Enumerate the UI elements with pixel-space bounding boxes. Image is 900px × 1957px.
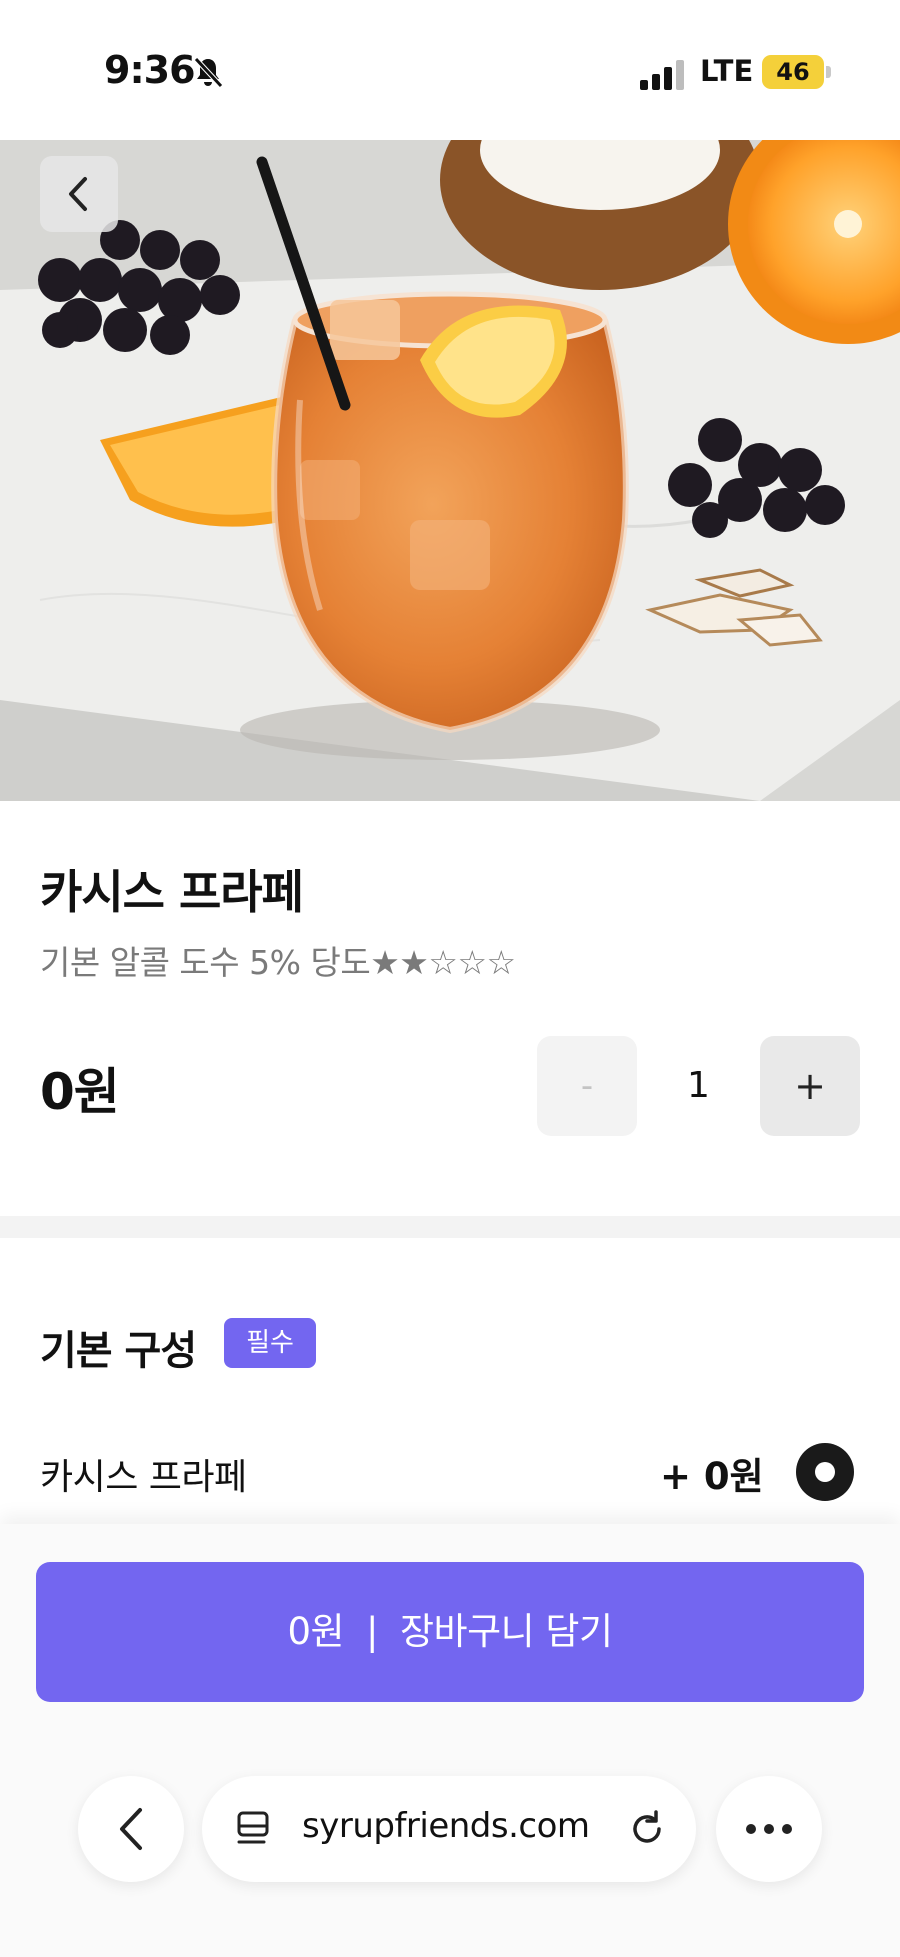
- quantity-plus-button[interactable]: +: [760, 1036, 860, 1136]
- quantity-minus-button[interactable]: -: [537, 1036, 637, 1136]
- status-time: 9:36: [104, 48, 196, 92]
- url-text: syrupfriends.com: [302, 1806, 590, 1846]
- section-divider: [0, 1216, 900, 1238]
- battery-indicator: 46: [762, 55, 824, 89]
- chevron-left-icon: [69, 177, 87, 211]
- battery-level: 46: [776, 58, 810, 86]
- product-image: [0, 140, 900, 801]
- quantity-value: 1: [687, 1065, 710, 1106]
- page-icon: [237, 1811, 269, 1844]
- required-badge: 필수: [224, 1318, 316, 1368]
- cart-button-separator: |: [366, 1610, 379, 1653]
- signal-icon: [640, 60, 684, 90]
- option-label[interactable]: 카시스 프라페: [40, 1448, 247, 1500]
- product-price: 0원: [40, 1063, 120, 1121]
- option-radio-selected[interactable]: [796, 1443, 854, 1501]
- add-to-cart-button[interactable]: 0원 | 장바구니 담기: [36, 1562, 864, 1702]
- cart-button-label: 장바구니 담기: [400, 1610, 613, 1653]
- battery-cap: [826, 66, 831, 78]
- reload-icon[interactable]: [626, 1808, 668, 1850]
- back-button[interactable]: [40, 156, 118, 232]
- browser-back-button[interactable]: [78, 1776, 184, 1882]
- product-title: 카시스 프라페: [40, 865, 304, 919]
- bell-slash-icon: [194, 57, 223, 88]
- drink-photo: [0, 140, 900, 801]
- status-bar: 9:36 LTE 46: [0, 0, 900, 140]
- more-button[interactable]: [716, 1776, 822, 1882]
- more-icon: [746, 1824, 792, 1834]
- chevron-left-icon: [120, 1808, 142, 1850]
- network-label: LTE: [700, 54, 754, 88]
- address-bar[interactable]: syrupfriends.com: [202, 1776, 696, 1882]
- cart-button-price: 0원: [287, 1610, 345, 1653]
- product-description: 기본 알콜 도수 5% 당도★★☆☆☆: [40, 943, 516, 982]
- option-price: + 0원: [660, 1455, 764, 1498]
- options-section-title: 기본 구성: [40, 1328, 197, 1374]
